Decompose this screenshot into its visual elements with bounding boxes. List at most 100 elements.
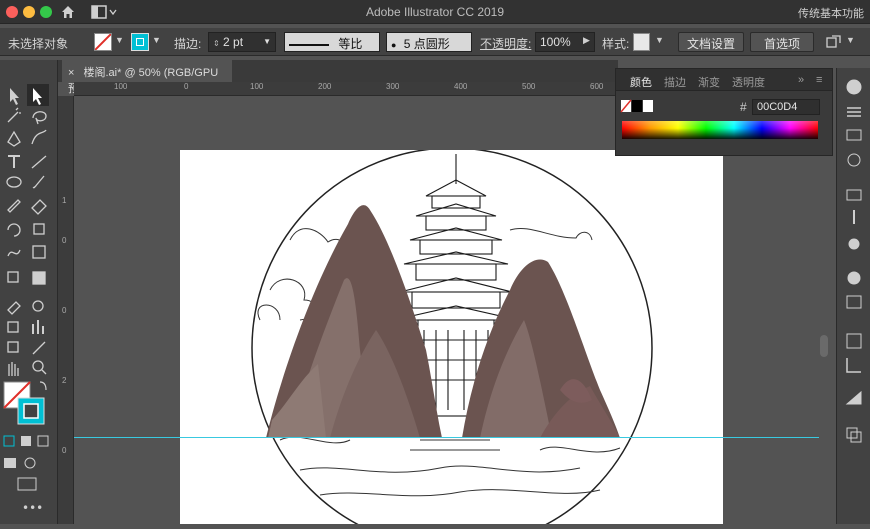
arrange-documents-icon[interactable] — [826, 35, 844, 49]
app-title: Adobe Illustrator CC 2019 — [365, 5, 505, 19]
chevron-down-icon[interactable]: ▼ — [263, 37, 271, 46]
none-fill-icon — [94, 33, 112, 51]
stepper-icon[interactable]: ⇕ — [213, 39, 220, 48]
ruler-label: 0 — [62, 306, 67, 315]
ruler-label: 500 — [522, 82, 536, 91]
color-panel-icon[interactable] — [846, 79, 862, 95]
tab-gradient[interactable]: 渐变 — [698, 74, 720, 90]
stroke-box-inner — [23, 403, 39, 419]
ruler-label: 0 — [62, 236, 67, 245]
lasso-tool-icon[interactable] — [32, 111, 47, 125]
slice-tool-icon[interactable] — [32, 341, 46, 355]
selection-tool-icon[interactable] — [10, 88, 19, 105]
appearance-panel-icon[interactable] — [847, 271, 861, 285]
vertical-scrollbar[interactable] — [820, 335, 828, 357]
scale-tool-icon[interactable] — [33, 223, 45, 235]
transparency-panel-icon[interactable] — [847, 153, 861, 167]
stroke-weight-value: 2 pt — [223, 35, 244, 49]
eyedropper-tool-icon[interactable] — [7, 301, 21, 315]
ruler-label: 0 — [62, 446, 67, 455]
pencil-tool-icon[interactable] — [7, 199, 21, 213]
curvature-tool-icon[interactable] — [31, 129, 47, 145]
screen-mode-icon[interactable] — [17, 477, 37, 491]
variable-width-profile[interactable]: 等比 — [284, 32, 380, 52]
swatches-panel-icon[interactable] — [846, 189, 862, 201]
document-tab-bar: × 楼阁.ai* @ 50% (RGB/GPU 预览) — [58, 60, 618, 95]
chevron-down-icon[interactable]: ▼ — [846, 35, 855, 45]
close-icon[interactable]: × — [68, 67, 74, 79]
ruler-label: 300 — [386, 82, 400, 91]
opacity-label[interactable]: 不透明度: — [480, 35, 531, 52]
control-bar: 未选择对象 ▼ ▼ 描边: ⇕ 2 pt ▼ 等比 ● 5 点圆形 不透明度: … — [0, 28, 870, 56]
gradient-tool-icon[interactable] — [32, 271, 46, 285]
ruler-label: 400 — [454, 82, 468, 91]
color-panel-tabs: 颜色 描边 渐变 透明度 » ≡ — [616, 69, 832, 91]
fill-swatch[interactable] — [94, 33, 112, 51]
color-mode-icon[interactable] — [3, 435, 15, 447]
opacity-value: 100% — [540, 35, 571, 49]
tab-stroke[interactable]: 描边 — [664, 74, 686, 90]
column-graph-tool-icon[interactable] — [32, 320, 44, 334]
none-mode-icon[interactable] — [37, 435, 49, 447]
align-panel-icon[interactable] — [846, 333, 862, 349]
gradient-mode-icon[interactable] — [21, 436, 31, 446]
layers-panel-icon[interactable] — [846, 427, 858, 439]
chevron-right-icon[interactable]: ▶ — [583, 35, 590, 46]
ellipse-tool-icon[interactable] — [6, 176, 22, 188]
draw-inside-icon[interactable] — [24, 457, 36, 469]
width-tool-icon[interactable] — [7, 249, 21, 257]
chevron-down-icon[interactable]: ▼ — [655, 35, 664, 45]
pen-tool-icon[interactable] — [7, 130, 21, 147]
horizontal-guide[interactable] — [74, 437, 819, 438]
artboard-tool-icon[interactable] — [7, 341, 19, 353]
symbol-sprayer-tool-icon[interactable] — [7, 321, 19, 333]
preferences-button[interactable]: 首选项 — [750, 32, 814, 52]
color-preset-swatches[interactable] — [620, 99, 660, 113]
right-panel-dock — [836, 68, 870, 524]
tab-transparency[interactable]: 透明度 — [732, 74, 765, 90]
properties-panel-icon[interactable] — [847, 107, 861, 117]
tab-color[interactable]: 颜色 — [630, 74, 652, 90]
ruler-label: 600 — [590, 82, 604, 91]
type-tool-icon[interactable] — [8, 155, 20, 168]
artboard[interactable] — [180, 147, 723, 529]
transform-panel-icon[interactable] — [846, 358, 861, 373]
eraser-tool-icon[interactable] — [31, 199, 47, 215]
title-bar: Adobe Illustrator CC 2019 传统基本功能 — [0, 0, 870, 24]
draw-normal-icon[interactable] — [4, 458, 16, 468]
brush-definition[interactable]: ● 5 点圆形 — [386, 32, 472, 52]
hex-value: 00C0D4 — [757, 101, 798, 113]
layers-panel-icon-back — [850, 431, 862, 443]
zoom-tool-icon[interactable] — [32, 360, 44, 372]
style-label: 样式: — [602, 37, 630, 51]
free-transform-tool-icon[interactable] — [32, 245, 46, 259]
line-tool-icon[interactable] — [31, 155, 47, 169]
blend-tool-icon[interactable] — [32, 300, 44, 312]
more-tools-icon[interactable]: ••• — [22, 501, 43, 515]
hex-input[interactable]: 00C0D4 — [752, 99, 820, 115]
workspace-name[interactable]: 传统基本功能 — [798, 5, 864, 21]
selection-status: 未选择对象 — [8, 37, 69, 51]
graphic-style-swatch[interactable] — [633, 33, 650, 51]
stroke-weight-field[interactable]: ⇕ 2 pt ▼ — [208, 32, 276, 52]
hand-tool-icon[interactable] — [8, 362, 19, 376]
swap-fill-stroke-icon[interactable] — [39, 381, 47, 391]
stroke-swatch[interactable] — [131, 33, 149, 51]
expand-panel-icon[interactable]: » — [798, 74, 804, 86]
graphic-styles-panel-icon[interactable] — [846, 295, 862, 309]
stroke-profile-label: 等比 — [338, 37, 363, 51]
document-tab[interactable]: × 楼阁.ai* @ 50% (RGB/GPU 预览) — [62, 60, 232, 95]
rotate-tool-icon[interactable] — [7, 223, 21, 237]
pathfinder-panel-icon[interactable] — [845, 390, 862, 405]
panel-menu-icon[interactable]: ≡ — [816, 74, 822, 86]
gradient-panel-icon[interactable] — [846, 129, 862, 141]
chevron-down-icon[interactable]: ▼ — [115, 35, 124, 45]
profile-line-icon — [289, 43, 329, 46]
magic-wand-tool-icon[interactable] — [7, 107, 21, 123]
shape-builder-tool-icon[interactable] — [7, 271, 19, 283]
chevron-down-icon[interactable]: ▼ — [152, 35, 161, 45]
stroke-label: 描边: — [174, 37, 202, 51]
paintbrush-tool-icon[interactable] — [32, 175, 45, 189]
symbols-panel-icon[interactable] — [848, 238, 860, 250]
document-setup-button[interactable]: 文档设置 — [678, 32, 744, 52]
